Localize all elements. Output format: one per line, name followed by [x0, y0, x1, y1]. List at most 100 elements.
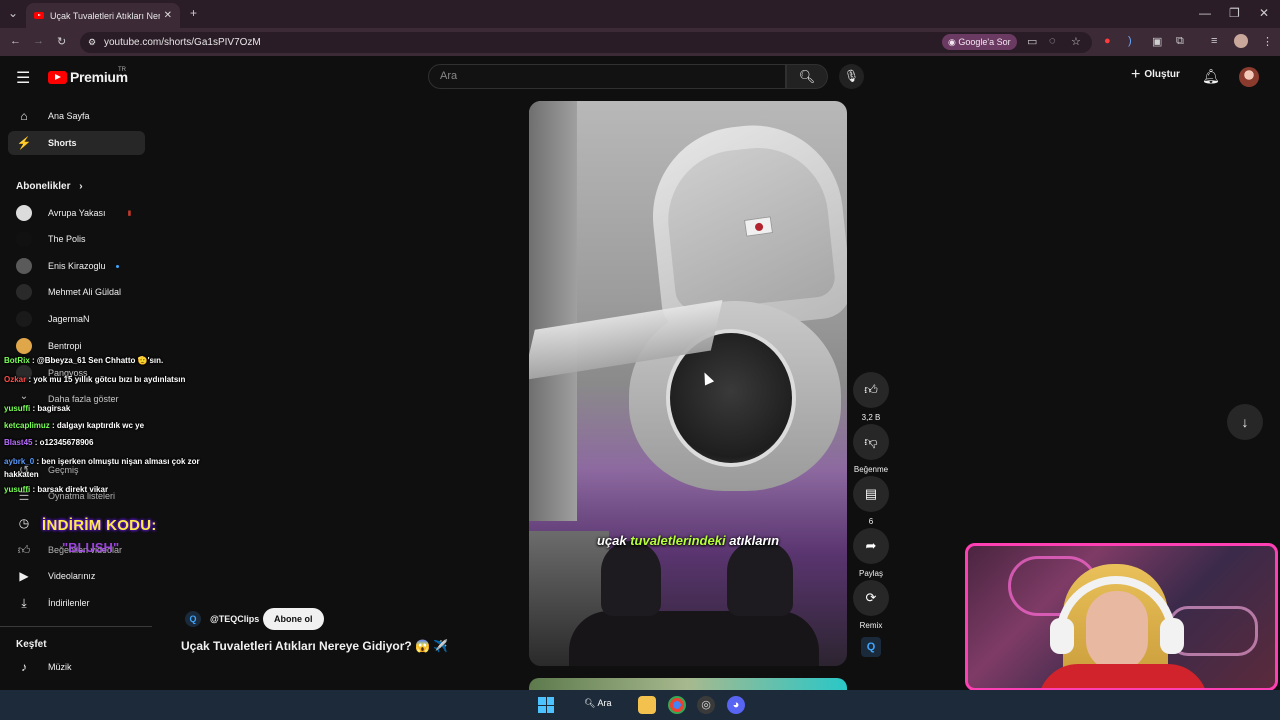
- explore-heading: Keşfet: [16, 639, 47, 650]
- chat-text: : bagirsak: [32, 404, 71, 413]
- dislike-label: Beğenme: [853, 465, 889, 474]
- cast-icon[interactable]: ▭: [1027, 35, 1037, 48]
- youtube-logo[interactable]: Premium TR: [48, 67, 128, 85]
- back-icon[interactable]: ←: [10, 35, 21, 47]
- chat-message: yusuffi : barsak direkt vikar: [4, 485, 108, 494]
- taskbar-search[interactable]: 🔍︎ Ara: [584, 698, 611, 709]
- channel-avatar-icon[interactable]: Q: [185, 611, 201, 627]
- remix-button[interactable]: ⟳ Remix: [853, 580, 889, 630]
- subscription-item[interactable]: Enis Kirazoglu: [16, 257, 119, 275]
- chevron-right-icon: ›: [79, 181, 83, 192]
- windows-start-icon[interactable]: [538, 697, 554, 713]
- search-icon: 🔍︎: [798, 69, 816, 84]
- bookmark-star-icon[interactable]: ☆: [1071, 35, 1081, 48]
- subscription-label: JagermaN: [48, 314, 90, 324]
- search-button[interactable]: 🔍︎: [786, 64, 828, 89]
- search-icon: 🔍︎: [584, 698, 596, 708]
- chat-user: Blast45: [4, 438, 33, 447]
- shorts-video-player[interactable]: [529, 101, 847, 666]
- youtube-favicon-icon: [34, 12, 44, 19]
- caption-text: atıkların: [729, 533, 780, 548]
- subscription-item[interactable]: JagermaN: [16, 310, 90, 328]
- sidebar-item-downloads[interactable]: ⤓ İndirilenler: [8, 591, 145, 615]
- subscribe-button[interactable]: Abone ol: [263, 608, 324, 630]
- subscription-item[interactable]: Bentropi: [16, 337, 82, 355]
- create-button[interactable]: + Oluştur: [1131, 66, 1180, 82]
- chat-text: : barsak direkt vikar: [32, 485, 109, 494]
- channel-avatar: [16, 205, 32, 221]
- show-more-label: Daha fazla göster: [48, 394, 119, 404]
- download-icon: ⤓: [21, 595, 27, 610]
- comments-button[interactable]: ▤ 6: [853, 476, 889, 526]
- url-field[interactable]: ⚙ youtube.com/shorts/Ga1sPIV7OzM: [80, 32, 1092, 53]
- discord-icon[interactable]: ◕: [727, 696, 745, 714]
- close-tab-icon[interactable]: ✕: [164, 10, 172, 21]
- search-input[interactable]: Ara: [428, 64, 786, 89]
- subscription-item[interactable]: Avrupa Yakası ▮: [16, 204, 131, 222]
- profile-avatar[interactable]: [1234, 34, 1248, 48]
- reading-list-icon[interactable]: ≡: [1211, 35, 1217, 47]
- dislike-button[interactable]: 👎︎ Beğenme: [853, 424, 889, 474]
- subscription-item[interactable]: The Polis: [16, 230, 86, 248]
- hide-icon[interactable]: ◌: [1049, 35, 1056, 47]
- chat-user: BotRix: [4, 356, 30, 365]
- account-avatar[interactable]: [1239, 67, 1259, 87]
- chat-message: BotRix : @Bbeyza_61 Sen Chhatto 🫡'sın.: [4, 356, 163, 365]
- arrow-down-icon: ↓: [1241, 414, 1249, 430]
- browser-menu-icon[interactable]: ⋮: [1262, 35, 1273, 48]
- hamburger-menu-icon[interactable]: ☰: [16, 68, 30, 88]
- next-short-button[interactable]: ↓: [1227, 404, 1263, 440]
- tab-menu-icon[interactable]: ⌄: [8, 6, 18, 20]
- site-info-icon[interactable]: ⚙: [88, 32, 96, 53]
- extension-red-icon[interactable]: ●: [1104, 35, 1111, 47]
- sidebar-item-label: Videolarınız: [48, 571, 96, 581]
- forward-icon[interactable]: →: [33, 35, 44, 47]
- subscription-label: Enis Kirazoglu: [48, 261, 106, 271]
- subscription-item[interactable]: Mehmet Ali Güldal: [16, 283, 121, 301]
- thumbs-up-icon: 👍︎: [853, 372, 889, 408]
- chat-text: : ben işerken olmuştu nişan alması çok z…: [4, 457, 200, 479]
- sidebar-item-music[interactable]: ♪ Müzik: [8, 655, 145, 679]
- browser-tab[interactable]: Uçak Tuvaletleri Atıkları Nereye ✕: [26, 3, 180, 28]
- like-button[interactable]: 👍︎ 3,2 B: [853, 372, 889, 422]
- sidebar-item-your-videos[interactable]: ▶ Videolarınız: [8, 564, 145, 588]
- share-button[interactable]: ➦ Paylaş: [853, 528, 889, 578]
- streamer-shirt: [1038, 664, 1208, 688]
- channel-avatar: [16, 311, 32, 327]
- sidebar-item-home[interactable]: ⌂ Ana Sayfa: [8, 104, 145, 128]
- google-sor-label: Google'a Sor: [958, 37, 1011, 47]
- subscriptions-heading[interactable]: Abonelikler ›: [16, 181, 83, 192]
- extension-icon[interactable]: ▣: [1152, 35, 1162, 48]
- file-explorer-icon[interactable]: [638, 696, 656, 714]
- create-label: Oluştur: [1144, 69, 1180, 80]
- subscription-label: Mehmet Ali Güldal: [48, 287, 122, 297]
- notifications-bell-icon[interactable]: 🔔︎: [1202, 68, 1220, 85]
- extension-wave-icon[interactable]: ): [1128, 35, 1132, 47]
- google-sor-button[interactable]: ◉ Google'a Sor: [942, 34, 1017, 50]
- minimize-icon[interactable]: —: [1199, 6, 1211, 20]
- remix-label: Remix: [859, 621, 883, 630]
- sidebar-item-label: Ana Sayfa: [48, 111, 90, 121]
- voice-search-button[interactable]: 🎙︎: [839, 64, 864, 89]
- chat-message: Ozkar : yok mu 15 yıllık götcu bızı bı a…: [4, 373, 194, 387]
- chat-user: Ozkar: [4, 375, 27, 384]
- sidebar-item-shorts[interactable]: ⚡ Shorts: [8, 131, 145, 155]
- chrome-icon[interactable]: [668, 696, 686, 714]
- new-tab-icon[interactable]: +: [190, 6, 197, 20]
- close-window-icon[interactable]: ✕: [1259, 6, 1269, 20]
- restore-icon[interactable]: ❐: [1229, 6, 1240, 20]
- app-icon[interactable]: ◎: [697, 696, 715, 714]
- chat-text: : yok mu 15 yıllık götcu bızı bı aydınla…: [28, 375, 186, 384]
- chat-user: yusuffi: [4, 404, 31, 413]
- channel-avatar: [16, 338, 32, 354]
- channel-name[interactable]: @TEQClips: [210, 614, 259, 624]
- music-icon: ♪: [21, 660, 27, 674]
- new-content-dot: [115, 264, 119, 268]
- reload-icon[interactable]: ↻: [57, 35, 66, 48]
- legs: [569, 611, 819, 666]
- url-text: youtube.com/shorts/Ga1sPIV7OzM: [104, 37, 261, 48]
- next-short-preview[interactable]: [529, 678, 847, 690]
- extensions-puzzle-icon[interactable]: ⧉: [1176, 35, 1184, 48]
- channel-thumbnail-icon[interactable]: Q: [861, 637, 881, 657]
- sidebar-divider: [0, 626, 152, 627]
